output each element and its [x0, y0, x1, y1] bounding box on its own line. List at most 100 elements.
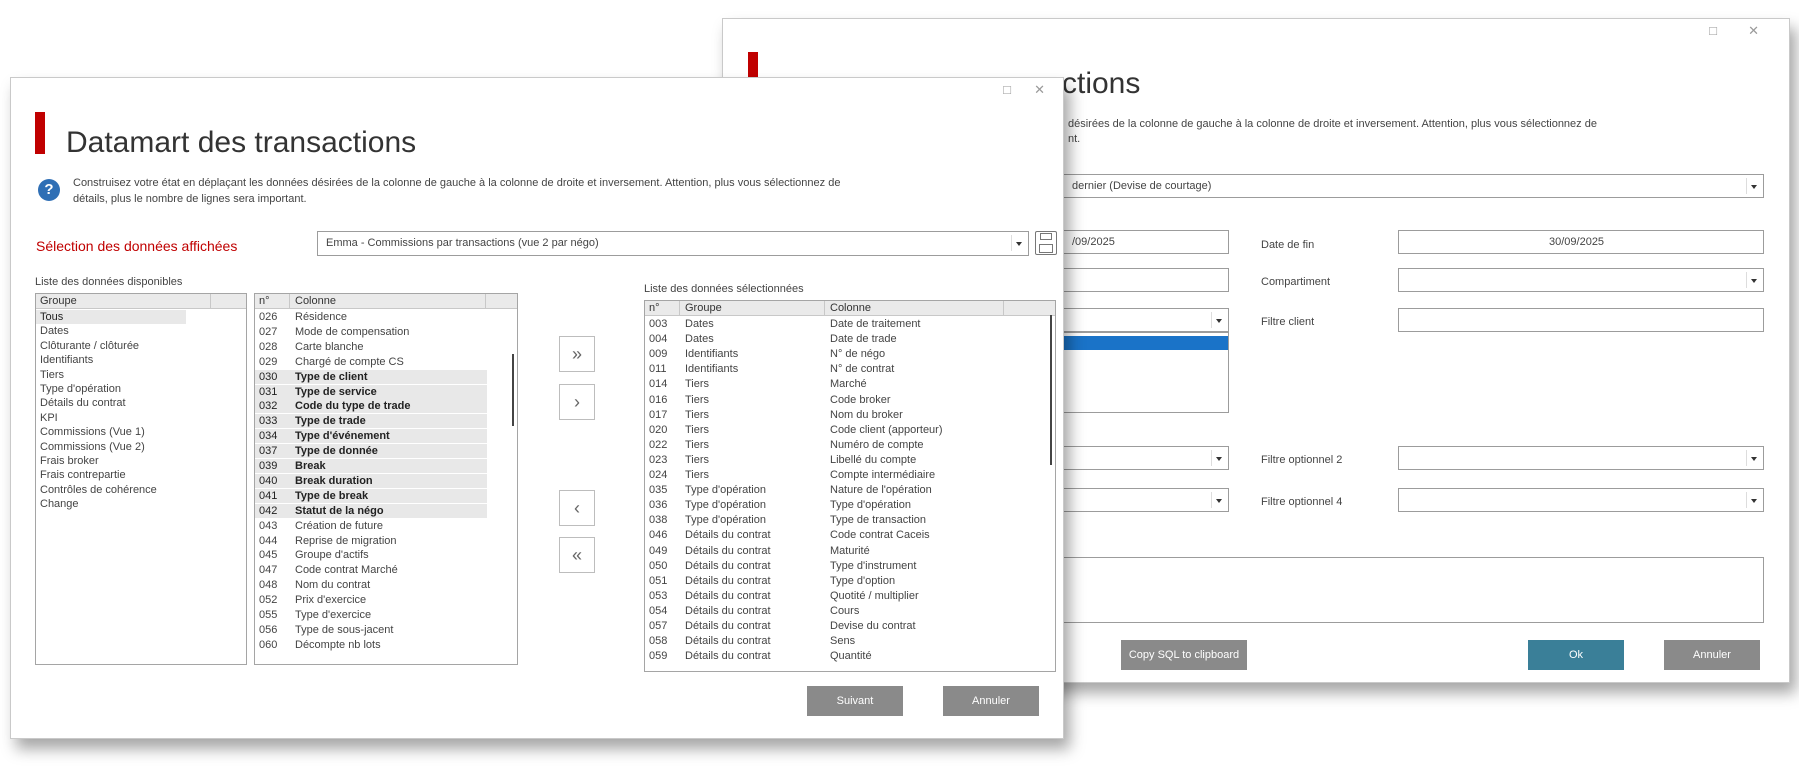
table-row[interactable]: 047 Code contrat Marché	[255, 563, 517, 577]
selected-list[interactable]: n° Groupe Colonne 003 Dates Date de traite…	[644, 300, 1056, 672]
list-item[interactable]: Frais broker	[36, 454, 246, 468]
chevron-down-icon[interactable]	[1746, 272, 1761, 288]
filtre-client-input[interactable]	[1398, 308, 1764, 332]
chevron-down-icon[interactable]	[1211, 450, 1226, 466]
columns-scrollbar[interactable]	[512, 354, 514, 426]
table-row[interactable]: 035 Type d'opération Nature de l'opération	[645, 483, 1055, 497]
chevron-down-icon[interactable]	[1746, 178, 1761, 194]
list-item[interactable]: Tous	[36, 310, 186, 324]
dropdown-list[interactable]	[1063, 332, 1229, 413]
table-row[interactable]: 027 Mode de compensation	[255, 325, 517, 339]
list-item[interactable]: Contrôles de cohérence	[36, 483, 246, 497]
table-row[interactable]: 052 Prix d'exercice	[255, 593, 517, 607]
table-row[interactable]: 003 Dates Date de traitement	[645, 317, 1055, 331]
sql-textarea[interactable]	[1063, 557, 1764, 623]
columns-list[interactable]: n° Colonne 026 Résidence 027 Mode de compen…	[254, 293, 518, 665]
table-row[interactable]: 048 Nom du contrat	[255, 578, 517, 592]
back-dropdown-open[interactable]	[1063, 308, 1229, 332]
list-item[interactable]: Frais contrepartie	[36, 468, 246, 482]
date-fin-input[interactable]: 30/09/2025	[1398, 230, 1764, 254]
save-icon[interactable]	[1035, 231, 1057, 255]
table-row[interactable]: 038 Type d'opération Type de transaction	[645, 513, 1055, 527]
table-row[interactable]: 034 Type d'événement	[255, 429, 487, 444]
chevron-down-icon[interactable]	[1746, 492, 1761, 508]
table-row[interactable]: 026 Résidence	[255, 310, 517, 324]
table-row[interactable]: 057 Détails du contrat Devise du contrat	[645, 619, 1055, 633]
chevron-down-icon[interactable]	[1746, 450, 1761, 466]
remove-button[interactable]: ‹	[559, 490, 595, 526]
table-row[interactable]: 032 Code du type de trade	[255, 399, 487, 414]
table-row[interactable]: 056 Type de sous-jacent	[255, 623, 517, 637]
add-button[interactable]: ›	[559, 384, 595, 420]
filtre-opt1-select[interactable]	[1063, 446, 1229, 470]
table-row[interactable]: 033 Type de trade	[255, 414, 487, 429]
table-row[interactable]: 053 Détails du contrat Quotité / multiplie…	[645, 589, 1055, 603]
table-row[interactable]: 043 Création de future	[255, 519, 517, 533]
table-row[interactable]: 020 Tiers Code client (apporteur)	[645, 423, 1055, 437]
list-item[interactable]: Tiers	[36, 368, 246, 382]
table-row[interactable]: 058 Détails du contrat Sens	[645, 634, 1055, 648]
chevron-down-icon[interactable]	[1211, 492, 1226, 508]
next-button[interactable]: Suivant	[807, 686, 903, 716]
table-row[interactable]: 028 Carte blanche	[255, 340, 517, 354]
copy-sql-button[interactable]: Copy SQL to clipboard	[1121, 640, 1247, 670]
list-item[interactable]: Identifiants	[36, 353, 246, 367]
list-item[interactable]: KPI	[36, 411, 246, 425]
list-item[interactable]: Change	[36, 497, 246, 511]
table-row[interactable]: 049 Détails du contrat Maturité	[645, 544, 1055, 558]
table-row[interactable]: 044 Reprise de migration	[255, 534, 517, 548]
chevron-down-icon[interactable]	[1011, 235, 1026, 251]
table-row[interactable]: 014 Tiers Marché	[645, 377, 1055, 391]
table-row[interactable]: 040 Break duration	[255, 473, 487, 488]
table-row[interactable]: 017 Tiers Nom du broker	[645, 408, 1055, 422]
add-all-button[interactable]: »	[559, 336, 595, 372]
table-row[interactable]: 041 Type de break	[255, 488, 487, 503]
table-row[interactable]: 031 Type de service	[255, 384, 487, 399]
selected-scrollbar[interactable]	[1050, 315, 1052, 465]
chevron-down-icon[interactable]	[1211, 312, 1226, 328]
currency-select[interactable]: dernier (Devise de courtage)	[1063, 174, 1764, 198]
compartiment-select[interactable]	[1398, 268, 1764, 292]
close-icon[interactable]: ✕	[1034, 83, 1045, 97]
selection-select[interactable]: Emma - Commissions par transactions (vue…	[317, 231, 1029, 256]
list-item[interactable]: Dates	[36, 324, 246, 338]
table-row[interactable]: 004 Dates Date de trade	[645, 332, 1055, 346]
front-cancel-button[interactable]: Annuler	[943, 686, 1039, 716]
date-debut-input[interactable]: /09/2025	[1063, 230, 1229, 254]
remove-all-button[interactable]: «	[559, 537, 595, 573]
table-row[interactable]: 011 Identifiants N° de contrat	[645, 362, 1055, 376]
table-row[interactable]: 050 Détails du contrat Type d'instrument	[645, 559, 1055, 573]
list-item[interactable]: Type d'opération	[36, 382, 246, 396]
list-item[interactable]: Clôturante / clôturée	[36, 339, 246, 353]
table-row[interactable]: 009 Identifiants N° de négo	[645, 347, 1055, 361]
table-row[interactable]: 029 Chargé de compte CS	[255, 355, 517, 369]
filtre-opt3-select[interactable]	[1063, 488, 1229, 512]
ok-button[interactable]: Ok	[1528, 640, 1624, 670]
list-item[interactable]: Commissions (Vue 1)	[36, 425, 246, 439]
table-row[interactable]: 037 Type de donnée	[255, 444, 487, 459]
table-row[interactable]: 023 Tiers Libellé du compte	[645, 453, 1055, 467]
table-row[interactable]: 055 Type d'exercice	[255, 608, 517, 622]
table-row[interactable]: 016 Tiers Code broker	[645, 393, 1055, 407]
back-cancel-button[interactable]: Annuler	[1664, 640, 1760, 670]
table-row[interactable]: 030 Type de client	[255, 369, 487, 384]
table-row[interactable]: 024 Tiers Compte intermédiaire	[645, 468, 1055, 482]
table-row[interactable]: 022 Tiers Numéro de compte	[645, 438, 1055, 452]
table-row[interactable]: 059 Détails du contrat Quantité	[645, 649, 1055, 663]
table-row[interactable]: 060 Décompte nb lots	[255, 638, 517, 652]
table-row[interactable]: 042 Statut de la négo	[255, 503, 487, 518]
table-row[interactable]: 046 Détails du contrat Code contrat Caceis	[645, 528, 1055, 542]
dropdown-highlighted-option[interactable]	[1064, 336, 1228, 350]
table-row[interactable]: 039 Break	[255, 459, 487, 473]
table-row[interactable]: 051 Détails du contrat Type d'option	[645, 574, 1055, 588]
maximize-icon[interactable]: □	[1003, 83, 1011, 97]
list-item[interactable]: Commissions (Vue 2)	[36, 440, 246, 454]
maximize-icon[interactable]: □	[1709, 24, 1717, 38]
list-item[interactable]: Détails du contrat	[36, 396, 246, 410]
help-icon[interactable]: ?	[38, 179, 60, 201]
groups-list[interactable]: Groupe Tous Dates Clôturante / clôturée Ide…	[35, 293, 247, 665]
back-text-input[interactable]	[1063, 268, 1229, 292]
close-icon[interactable]: ✕	[1748, 24, 1759, 38]
filtre-opt2-select[interactable]	[1398, 446, 1764, 470]
filtre-opt4-select[interactable]	[1398, 488, 1764, 512]
